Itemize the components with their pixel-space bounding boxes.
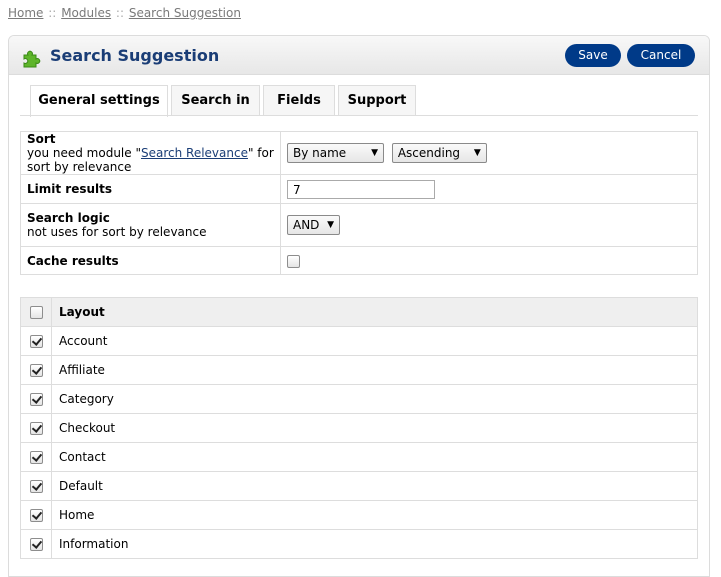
sort-label-cell: Sort you need module "Search Relevance" … — [20, 131, 281, 175]
logic-help: not uses for sort by relevance — [27, 225, 207, 239]
table-row: Default — [20, 471, 698, 501]
layout-header-row: Layout — [20, 297, 698, 327]
page-title: Search Suggestion — [50, 46, 220, 65]
layout-checkbox[interactable] — [29, 393, 43, 406]
save-button[interactable]: Save — [565, 44, 621, 67]
breadcrumb-current-link[interactable]: Search Suggestion — [129, 6, 241, 20]
table-row: Account — [20, 326, 698, 356]
layout-name: Affiliate — [51, 355, 698, 385]
sort-label: Sort — [27, 132, 56, 146]
limit-row: Limit results 7 — [20, 174, 698, 204]
select-all-cell — [20, 297, 52, 327]
sort-order-value: Ascending — [397, 146, 461, 160]
layout-checkbox[interactable] — [29, 364, 43, 377]
cache-value-cell — [280, 246, 698, 275]
layout-name: Account — [51, 326, 698, 356]
search-logic-value: AND — [293, 218, 320, 232]
table-cell — [20, 326, 52, 356]
table-row: Home — [20, 500, 698, 530]
sort-by-value: By name — [293, 146, 347, 160]
layout-name: Checkout — [51, 413, 698, 443]
sort-help-prefix: you need module " — [27, 146, 141, 160]
sort-value-cell: By name ▼ Ascending ▼ — [280, 131, 698, 175]
table-row: Checkout — [20, 413, 698, 443]
layout-name: Default — [51, 471, 698, 501]
table-cell — [20, 355, 52, 385]
cache-results-checkbox[interactable] — [287, 254, 300, 268]
breadcrumb-home-link[interactable]: Home — [8, 6, 43, 20]
sort-help: you need module "Search Relevance" for s… — [27, 146, 274, 174]
dropdown-arrow-icon: ▼ — [327, 220, 334, 230]
table-cell — [20, 413, 52, 443]
search-relevance-link[interactable]: Search Relevance — [141, 146, 248, 160]
settings-form: Sort you need module "Search Relevance" … — [20, 131, 698, 275]
select-all-checkbox[interactable] — [29, 306, 43, 319]
cancel-button[interactable]: Cancel — [627, 44, 695, 67]
breadcrumb-separator: :: — [48, 6, 57, 20]
layout-checkbox[interactable] — [29, 480, 43, 493]
logic-label: Search logic — [27, 211, 110, 225]
sort-row: Sort you need module "Search Relevance" … — [20, 131, 698, 175]
limit-results-input[interactable]: 7 — [287, 179, 435, 199]
layout-name: Home — [51, 500, 698, 530]
table-cell — [20, 529, 52, 559]
table-row: Information — [20, 529, 698, 559]
layout-column-header: Layout — [51, 297, 698, 327]
puzzle-icon — [23, 50, 41, 68]
layout-checkbox[interactable] — [29, 451, 43, 464]
cache-label: Cache results — [20, 246, 281, 275]
dropdown-arrow-icon: ▼ — [473, 148, 481, 158]
logic-row: Search logic not uses for sort by releva… — [20, 203, 698, 247]
layout-checkbox[interactable] — [29, 509, 43, 522]
table-cell — [20, 442, 52, 472]
breadcrumb-separator: :: — [115, 6, 124, 20]
table-cell — [20, 500, 52, 530]
layout-name: Category — [51, 384, 698, 414]
table-cell — [20, 471, 52, 501]
layout-name: Information — [51, 529, 698, 559]
table-row: Affiliate — [20, 355, 698, 385]
logic-value-cell: AND ▼ — [280, 203, 698, 247]
limit-value-cell: 7 — [280, 174, 698, 204]
limit-label: Limit results — [20, 174, 281, 204]
layout-checkbox[interactable] — [29, 335, 43, 348]
table-cell — [20, 384, 52, 414]
module-box: Search Suggestion Save Cancel General se… — [8, 35, 710, 577]
tab-support[interactable]: Support — [338, 85, 416, 116]
table-row: Contact — [20, 442, 698, 472]
layout-table: Layout Account Affiliate Category Checko… — [20, 297, 698, 559]
breadcrumb: Home :: Modules :: Search Suggestion — [8, 6, 241, 20]
logic-label-cell: Search logic not uses for sort by releva… — [20, 203, 281, 247]
sort-order-select[interactable]: Ascending ▼ — [391, 143, 487, 163]
tab-fields[interactable]: Fields — [263, 85, 335, 116]
layout-checkbox[interactable] — [29, 538, 43, 551]
search-logic-select[interactable]: AND ▼ — [287, 215, 340, 235]
cache-row: Cache results — [20, 246, 698, 275]
layout-checkbox[interactable] — [29, 422, 43, 435]
table-row: Category — [20, 384, 698, 414]
tab-search-in[interactable]: Search in — [171, 85, 260, 116]
tab-general-settings[interactable]: General settings — [30, 85, 168, 117]
layout-name: Contact — [51, 442, 698, 472]
sort-by-select[interactable]: By name ▼ — [287, 143, 384, 163]
dropdown-arrow-icon: ▼ — [371, 148, 378, 158]
module-heading: Search Suggestion Save Cancel — [9, 36, 709, 75]
tab-divider — [20, 115, 698, 116]
breadcrumb-modules-link[interactable]: Modules — [61, 6, 111, 20]
